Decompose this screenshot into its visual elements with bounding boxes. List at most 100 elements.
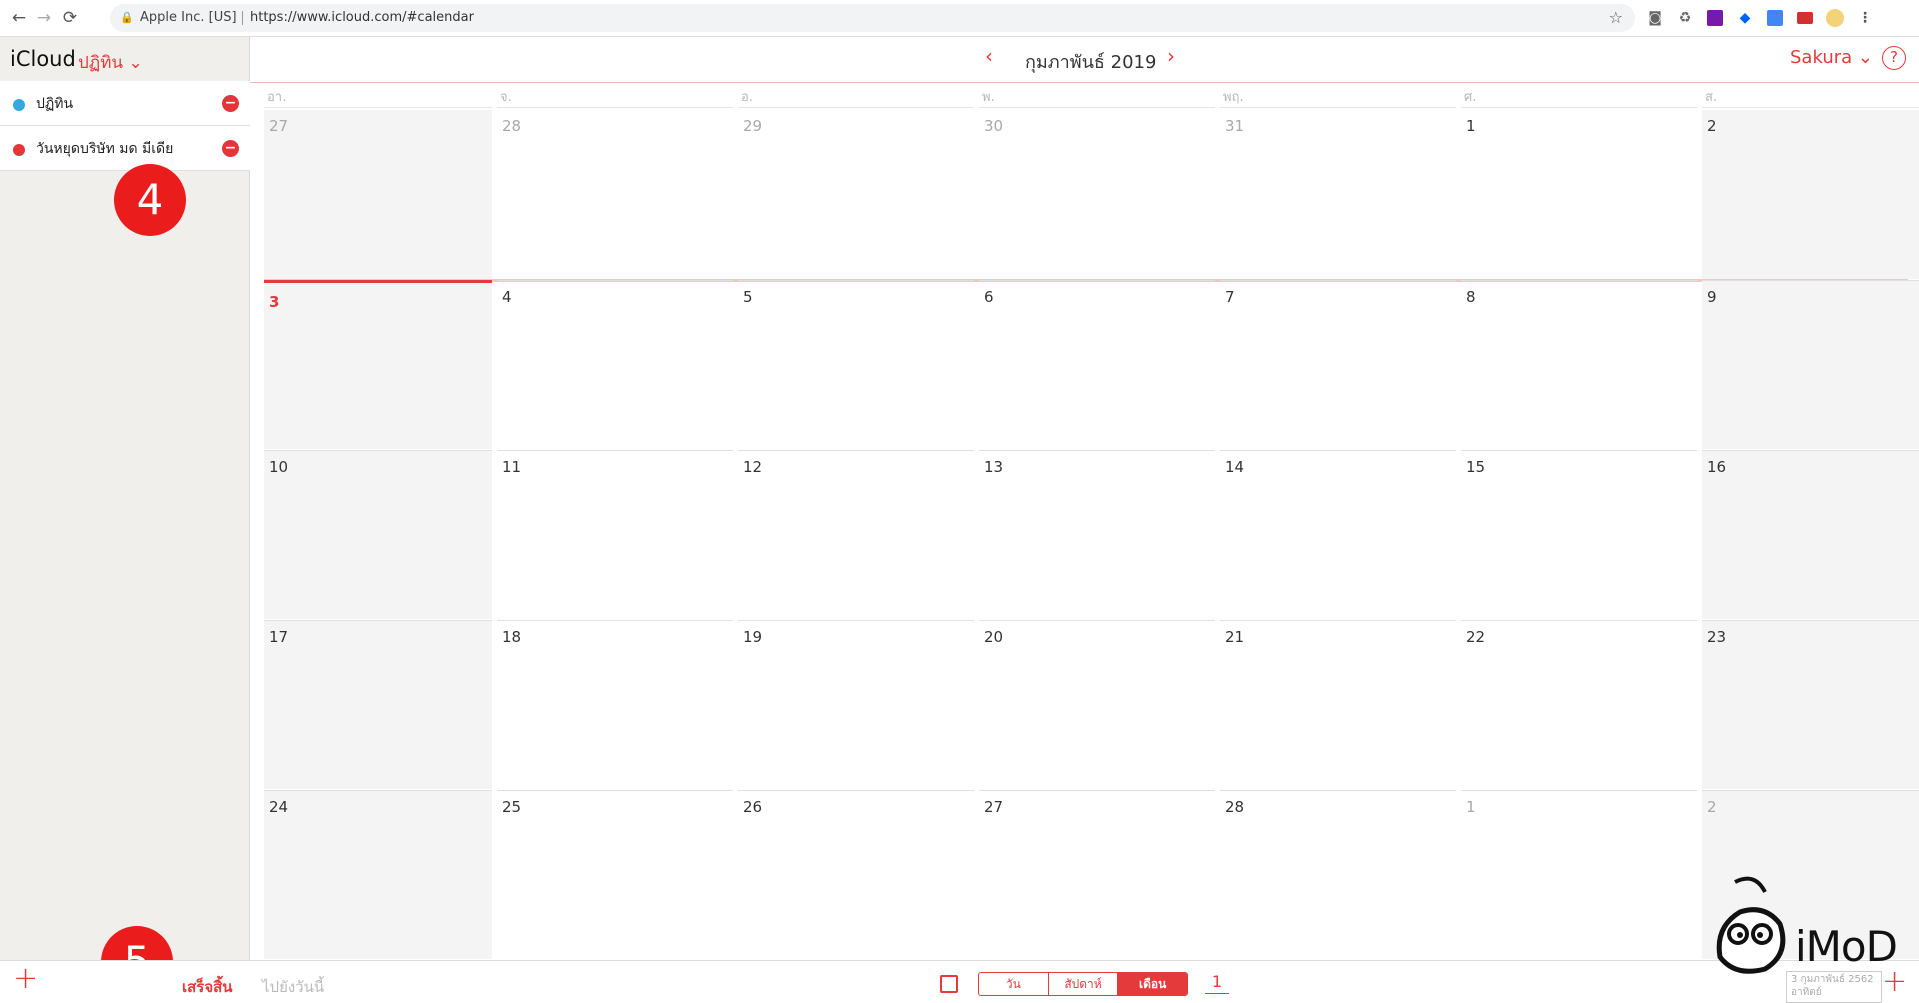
calendar-list-item[interactable]: ปฏิทิน − [0, 81, 250, 126]
day-number: 21 [1225, 628, 1245, 646]
url-text[interactable]: https://www.icloud.com/#calendar [250, 4, 474, 32]
day-cell[interactable]: 9 [1702, 280, 1919, 449]
day-cell[interactable]: 13 [979, 450, 1215, 619]
day-cell[interactable]: 5 [738, 280, 974, 449]
delete-calendar-button[interactable]: − [222, 95, 239, 112]
day-cell[interactable]: 8 [1461, 280, 1697, 449]
day-cell[interactable]: 12 [738, 450, 974, 619]
calendar-color-dot [13, 144, 25, 156]
weekday-header: พ. [979, 86, 1215, 108]
app-name[interactable]: iCloud [10, 47, 76, 71]
day-cell[interactable]: 28 [497, 110, 733, 279]
day-cell[interactable]: 14 [1220, 450, 1456, 619]
chevron-down-icon: ⌄ [1857, 47, 1873, 68]
day-cell[interactable]: 15 [1461, 450, 1697, 619]
dropbox-icon[interactable]: ◆ [1735, 8, 1755, 28]
day-cell[interactable]: 19 [738, 620, 974, 789]
day-number: 30 [984, 117, 1004, 135]
weekday-header: พฤ. [1220, 86, 1456, 108]
go-today-button[interactable]: ไปยังวันนี้ [262, 975, 324, 999]
profile-avatar[interactable] [1825, 8, 1845, 28]
day-number: 1 [1466, 798, 1476, 816]
day-number: 22 [1466, 628, 1486, 646]
calendars-icon[interactable] [940, 975, 958, 993]
day-number: 12 [743, 458, 763, 476]
day-cell[interactable]: 23 [1702, 620, 1919, 789]
app-section-switcher[interactable]: ปฏิทิน ⌄ [78, 49, 143, 76]
chevron-down-icon: ⌄ [128, 53, 143, 73]
day-cell[interactable]: 4 [497, 280, 733, 449]
view-week-button[interactable]: สัปดาห์ [1049, 973, 1119, 995]
day-number: 10 [269, 458, 289, 476]
weekday-header: อา. [264, 86, 492, 108]
reload-icon[interactable]: ⟳ [59, 7, 81, 29]
day-cell[interactable]: 2 [1702, 110, 1919, 279]
day-number: 27 [984, 798, 1004, 816]
previous-month-button[interactable]: ‹ [985, 44, 993, 68]
day-number: 11 [502, 458, 522, 476]
day-number: 31 [1225, 117, 1245, 135]
day-cell[interactable]: 28 [1220, 790, 1456, 959]
day-cell[interactable]: 17 [264, 620, 492, 789]
calendar-color-dot [13, 99, 25, 111]
day-cell[interactable]: 11 [497, 450, 733, 619]
day-cell[interactable]: 7 [1220, 280, 1456, 449]
url-separator [242, 11, 243, 25]
translate-icon[interactable] [1765, 8, 1785, 28]
delete-calendar-button[interactable]: − [222, 140, 239, 157]
day-number: 20 [984, 628, 1004, 646]
day-cell[interactable]: 22 [1461, 620, 1697, 789]
day-cell[interactable]: 30 [979, 110, 1215, 279]
day-cell[interactable]: 24 [264, 790, 492, 959]
help-icon[interactable]: ? [1882, 46, 1906, 70]
day-cell[interactable]: 27 [979, 790, 1215, 959]
add-calendar-button[interactable]: + [13, 964, 38, 994]
bookmark-star-icon[interactable]: ☆ [1609, 4, 1623, 32]
camera-icon[interactable]: ◙ [1645, 8, 1665, 28]
day-cell[interactable]: 1 [1461, 790, 1697, 959]
day-number: 17 [269, 628, 289, 646]
calendar-footer: + เสร็จสิ้น ไปยังวันนี้ วัน สัปดาห์ เดือ… [0, 960, 1919, 1003]
day-cell[interactable]: 20 [979, 620, 1215, 789]
month-title: กุมภาพันธ์ 2019 [1025, 52, 1157, 73]
step-badge-4: 4 [114, 164, 186, 236]
day-cell[interactable]: 1 [1461, 110, 1697, 279]
next-month-button[interactable]: › [1167, 44, 1175, 68]
calendar-header: ‹ กุมภาพันธ์ 2019 › Sakura ⌄ ? [250, 37, 1919, 83]
day-cell-today[interactable]: 3 [264, 280, 492, 449]
day-cell[interactable]: 31 [1220, 110, 1456, 279]
day-cell[interactable]: 29 [738, 110, 974, 279]
watermark-text: iMoD [1795, 922, 1898, 971]
day-number: 24 [269, 798, 289, 816]
day-number: 23 [1707, 628, 1727, 646]
calendar-list-item[interactable]: วันหยุดบริษัท มด มีเดีย − [0, 126, 250, 171]
day-number: 28 [502, 117, 522, 135]
menu-icon[interactable]: ⋮ [1855, 8, 1875, 28]
day-number: 1 [1466, 117, 1476, 135]
done-button[interactable]: เสร็จสิ้น [182, 975, 233, 999]
recycle-icon[interactable]: ♻ [1675, 8, 1695, 28]
view-day-button[interactable]: วัน [979, 973, 1049, 995]
day-cell[interactable]: 26 [738, 790, 974, 959]
onenote-icon[interactable] [1705, 8, 1725, 28]
site-identity: Apple Inc. [US] [140, 10, 237, 25]
today-day-button[interactable]: 1 [1205, 971, 1229, 994]
view-month-button[interactable]: เดือน [1118, 973, 1187, 995]
day-number: 7 [1225, 288, 1235, 306]
forward-icon[interactable]: → [33, 7, 55, 29]
day-cell[interactable]: 27 [264, 110, 492, 279]
day-number: 16 [1707, 458, 1727, 476]
mascot-icon [1716, 876, 1786, 974]
user-menu[interactable]: Sakura ⌄ [1790, 47, 1873, 68]
day-cell[interactable]: 6 [979, 280, 1215, 449]
weekday-header: ส. [1702, 86, 1919, 108]
day-number: 4 [502, 288, 512, 306]
day-cell[interactable]: 16 [1702, 450, 1919, 619]
day-cell[interactable]: 10 [264, 450, 492, 619]
extension-icon[interactable] [1795, 8, 1815, 28]
day-cell[interactable]: 18 [497, 620, 733, 789]
day-cell[interactable]: 25 [497, 790, 733, 959]
day-cell[interactable]: 21 [1220, 620, 1456, 789]
address-bar[interactable]: 🔒 Apple Inc. [US] https://www.icloud.com… [110, 4, 1635, 32]
back-icon[interactable]: ← [8, 7, 30, 29]
